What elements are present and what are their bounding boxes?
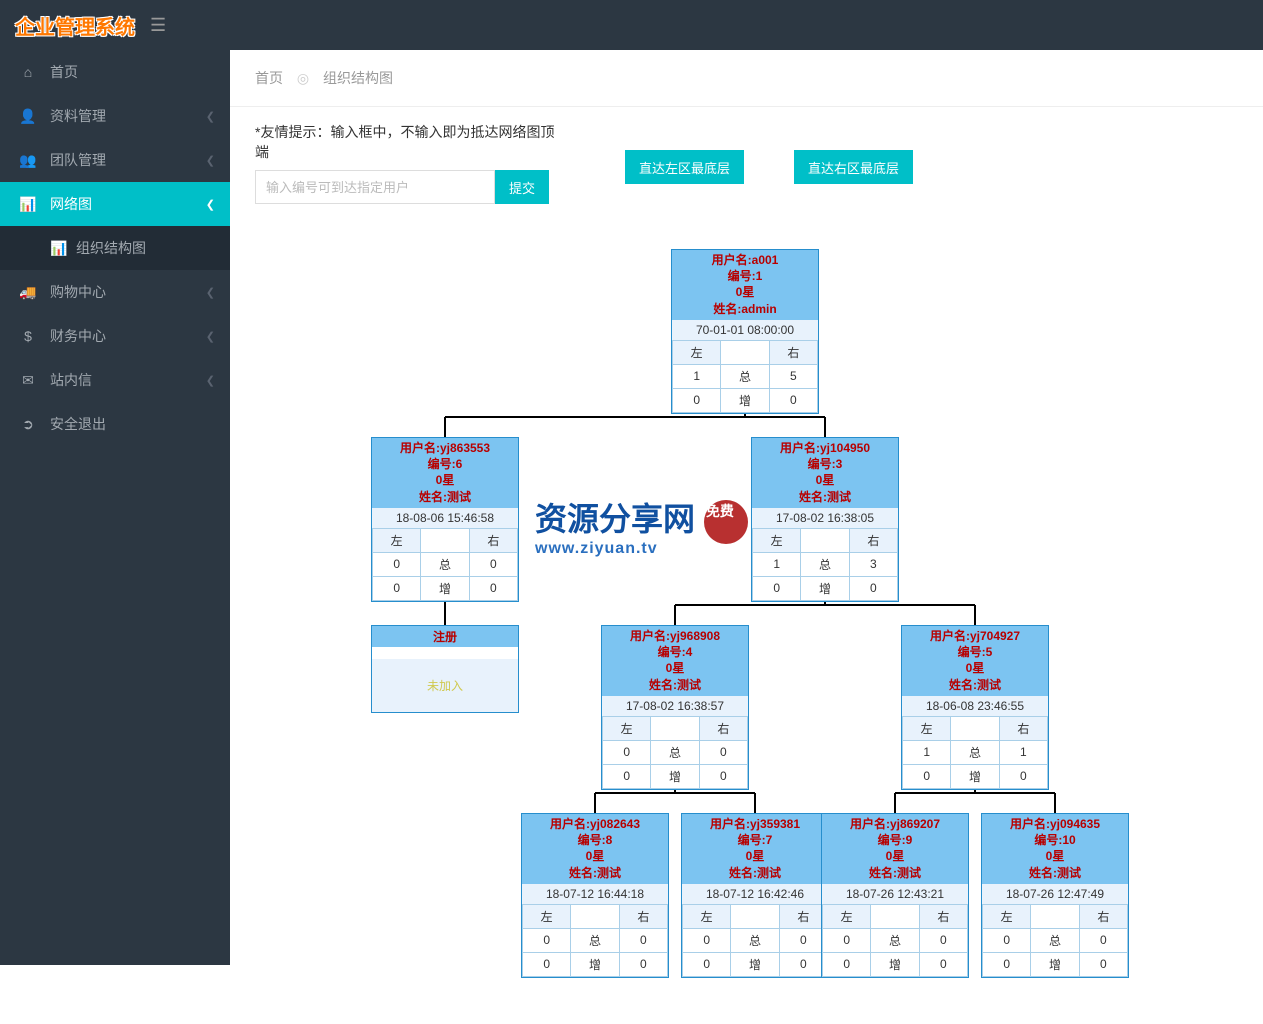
sidebar-item-logout[interactable]: ➲ 安全退出 <box>0 402 230 446</box>
sidebar-item-home[interactable]: ⌂ 首页 <box>0 50 230 94</box>
sidebar-item-network[interactable]: 📊 网络图 ❮ <box>0 182 230 226</box>
tree-node-l[interactable]: 用户名:yj863553编号:60星姓名:测试 18-08-06 15:46:5… <box>371 437 519 602</box>
sidebar-label-finance: 财务中心 <box>50 326 106 346</box>
tree-node-r[interactable]: 用户名:yj104950编号:30星姓名:测试 17-08-02 16:38:0… <box>751 437 899 602</box>
tree-node-rl[interactable]: 用户名:yj968908编号:40星姓名:测试 17-08-02 16:38:5… <box>601 625 749 790</box>
sidebar-item-team[interactable]: 👥 团队管理 ❮ <box>0 138 230 182</box>
users-icon: 👥 <box>18 152 38 169</box>
barchart-icon: 📊 <box>50 240 66 257</box>
node-timestamp: 70-01-01 08:00:00 <box>672 319 818 340</box>
sidebar-label-profile: 资料管理 <box>50 106 106 126</box>
app-logo: 企业管理系统 <box>15 11 135 40</box>
breadcrumb-home[interactable]: 首页 <box>255 70 283 86</box>
chevron-left-icon: ❮ <box>206 198 215 211</box>
node-header: 用户名:a001 编号:1 0星 姓名:admin <box>672 250 818 319</box>
envelope-icon: ✉ <box>18 372 38 389</box>
sidebar-label-team: 团队管理 <box>50 150 106 170</box>
topbar: 企业管理系统 ☰ <box>0 0 1263 50</box>
main: 首页 ◎ 组织结构图 *友情提示：输入框中，不输入即为抵达网络图顶端 提交 直达… <box>230 50 1263 1024</box>
logout-icon: ➲ <box>18 416 38 433</box>
breadcrumb: 首页 ◎ 组织结构图 <box>230 50 1263 107</box>
chevron-left-icon: ❮ <box>206 330 215 343</box>
register-header: 注册 <box>372 626 518 647</box>
tree-node-leaf1[interactable]: 用户名:yj082643编号:80星姓名:测试 18-07-12 16:44:1… <box>521 813 669 978</box>
sidebar-item-finance[interactable]: $ 财务中心 ❮ <box>0 314 230 358</box>
sidebar-sublabel-orgchart: 组织结构图 <box>76 238 146 258</box>
chevron-left-icon: ❮ <box>206 154 215 167</box>
menu-toggle-icon[interactable]: ☰ <box>150 15 166 36</box>
sidebar-subitem-orgchart[interactable]: 📊 组织结构图 <box>0 226 230 270</box>
submit-button[interactable]: 提交 <box>495 170 549 204</box>
watermark-url: www.ziyuan.tv <box>535 540 748 558</box>
sidebar-item-inbox[interactable]: ✉ 站内信 ❮ <box>0 358 230 402</box>
goto-left-bottom-button[interactable]: 直达左区最底层 <box>625 150 744 184</box>
chevron-left-icon: ❮ <box>206 374 215 387</box>
watermark: 资源分享网 免费 www.ziyuan.tv <box>535 494 748 558</box>
truck-icon: 🚚 <box>18 284 38 301</box>
sidebar-label-logout: 安全退出 <box>50 414 106 434</box>
watermark-seal: 免费 <box>704 500 748 544</box>
register-body: 未加入 <box>372 659 518 712</box>
hint-text: *友情提示：输入框中，不输入即为抵达网络图顶端 <box>255 122 555 162</box>
home-icon: ⌂ <box>18 64 38 80</box>
user-icon: 👤 <box>18 108 38 125</box>
tree-node-leaf2[interactable]: 用户名:yj359381编号:70星姓名:测试 18-07-12 16:42:4… <box>681 813 829 978</box>
sidebar-label-inbox: 站内信 <box>50 370 92 390</box>
breadcrumb-sep: ◎ <box>297 70 309 86</box>
tree-node-register[interactable]: 注册 未加入 <box>371 625 519 713</box>
tree-node-rr[interactable]: 用户名:yj704927编号:50星姓名:测试 18-06-08 23:46:5… <box>901 625 1049 790</box>
tree-node-root[interactable]: 用户名:a001 编号:1 0星 姓名:admin 70-01-01 08:00… <box>671 249 819 414</box>
chevron-left-icon: ❮ <box>206 286 215 299</box>
node-table: 左右1总50增0 <box>672 340 818 413</box>
watermark-text: 资源分享网 <box>535 501 695 537</box>
sidebar-label-home: 首页 <box>50 62 78 82</box>
org-tree: 资源分享网 免费 www.ziyuan.tv 用户名:a001 编号:1 0星 … <box>255 249 1235 1009</box>
tree-node-leaf4[interactable]: 用户名:yj094635编号:100星姓名:测试 18-07-26 12:47:… <box>981 813 1129 978</box>
chevron-left-icon: ❮ <box>206 110 215 123</box>
sidebar-item-mall[interactable]: 🚚 购物中心 ❮ <box>0 270 230 314</box>
breadcrumb-current: 组织结构图 <box>323 70 393 86</box>
dollar-icon: $ <box>18 328 38 344</box>
tree-node-leaf3[interactable]: 用户名:yj869207编号:90星姓名:测试 18-07-26 12:43:2… <box>821 813 969 978</box>
goto-right-bottom-button[interactable]: 直达右区最底层 <box>794 150 913 184</box>
sidebar-label-network: 网络图 <box>50 194 92 214</box>
sidebar-label-mall: 购物中心 <box>50 282 106 302</box>
search-input[interactable] <box>255 170 495 204</box>
sidebar-item-profile[interactable]: 👤 资料管理 ❮ <box>0 94 230 138</box>
sidebar: ⌂ 首页 👤 资料管理 ❮ 👥 团队管理 ❮ 📊 网络图 ❮ 📊 组织结构图 🚚… <box>0 50 230 965</box>
content: *友情提示：输入框中，不输入即为抵达网络图顶端 提交 直达左区最底层 直达右区最… <box>230 107 1263 1024</box>
sitemap-icon: 📊 <box>18 196 38 213</box>
